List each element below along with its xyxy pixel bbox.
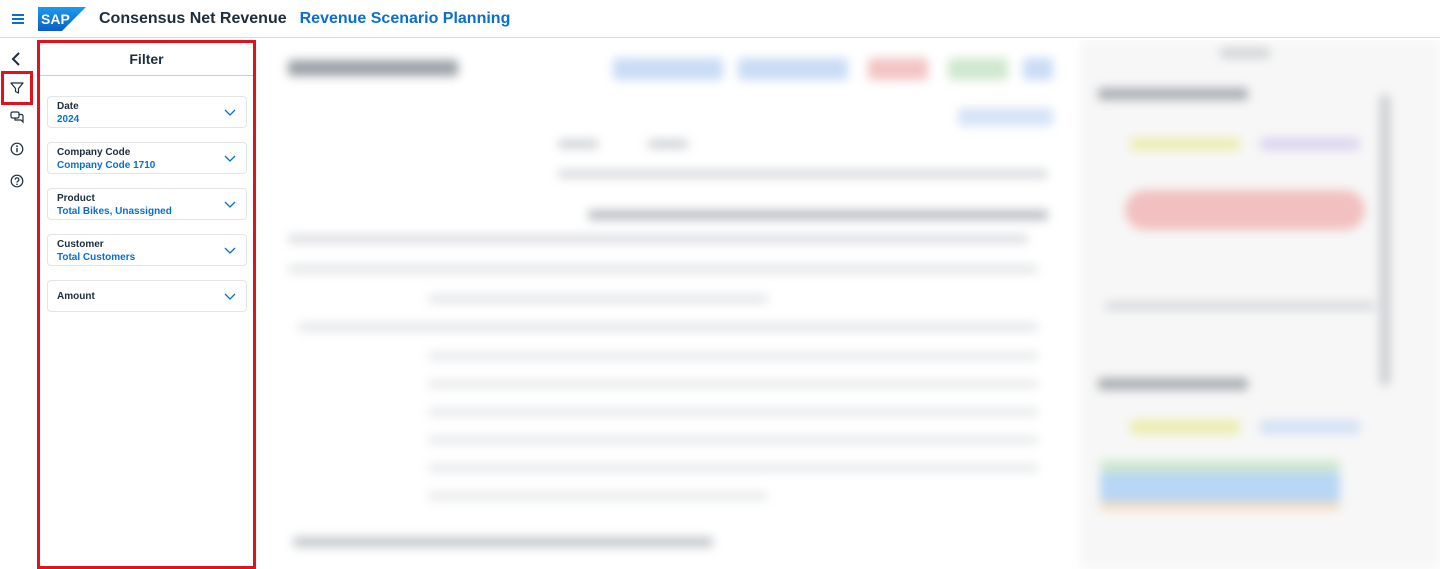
chevron-down-icon[interactable]: [224, 153, 236, 163]
chevron-down-icon[interactable]: [224, 245, 236, 255]
filter-value: Total Bikes, Unassigned: [57, 206, 172, 217]
filter-customer[interactable]: Customer Total Customers: [47, 234, 247, 266]
help-button[interactable]: [4, 168, 30, 194]
filter-company-code[interactable]: Company Code Company Code 1710: [47, 142, 247, 174]
filter-panel-title: Filter: [40, 43, 253, 76]
filter-list: Date 2024 Company Code Company Code 1710…: [40, 76, 253, 312]
discussion-button[interactable]: [4, 104, 30, 130]
filter-date[interactable]: Date 2024: [47, 96, 247, 128]
shell-bar: SAP Consensus Net Revenue Revenue Scenar…: [0, 0, 1440, 38]
filter-button[interactable]: [1, 71, 33, 105]
blurred-content: [258, 40, 1440, 569]
back-arrow-icon: [11, 52, 20, 66]
hamburger-menu-button[interactable]: [0, 0, 36, 38]
app-title: Consensus Net Revenue: [99, 9, 287, 27]
filter-value: Company Code 1710: [57, 160, 156, 171]
chevron-down-icon[interactable]: [224, 107, 236, 117]
filter-icon: [10, 82, 24, 94]
filter-label: Product: [57, 193, 95, 204]
filter-label: Amount: [57, 290, 95, 302]
filter-label: Customer: [57, 239, 104, 250]
discussion-icon: [10, 111, 24, 124]
filter-value: Total Customers: [57, 252, 136, 263]
hamburger-icon: [12, 13, 24, 24]
filter-label: Date: [57, 101, 79, 112]
info-icon: [10, 142, 24, 156]
filter-panel: Filter Date 2024 Company Code Company Co…: [37, 40, 256, 569]
side-rail: [0, 39, 34, 569]
logo-text: SAP: [41, 11, 70, 27]
blurred-layer: [258, 40, 1440, 569]
back-button[interactable]: [4, 46, 30, 72]
chevron-down-icon[interactable]: [224, 199, 236, 209]
help-icon: [10, 174, 24, 188]
app-subtitle[interactable]: Revenue Scenario Planning: [300, 10, 511, 28]
filter-value: 2024: [57, 114, 80, 125]
filter-label: Company Code: [57, 147, 131, 158]
info-button[interactable]: [4, 136, 30, 162]
chevron-down-icon[interactable]: [224, 291, 236, 301]
filter-amount[interactable]: Amount: [47, 280, 247, 312]
filter-product[interactable]: Product Total Bikes, Unassigned: [47, 188, 247, 220]
sap-logo[interactable]: SAP: [38, 6, 86, 31]
